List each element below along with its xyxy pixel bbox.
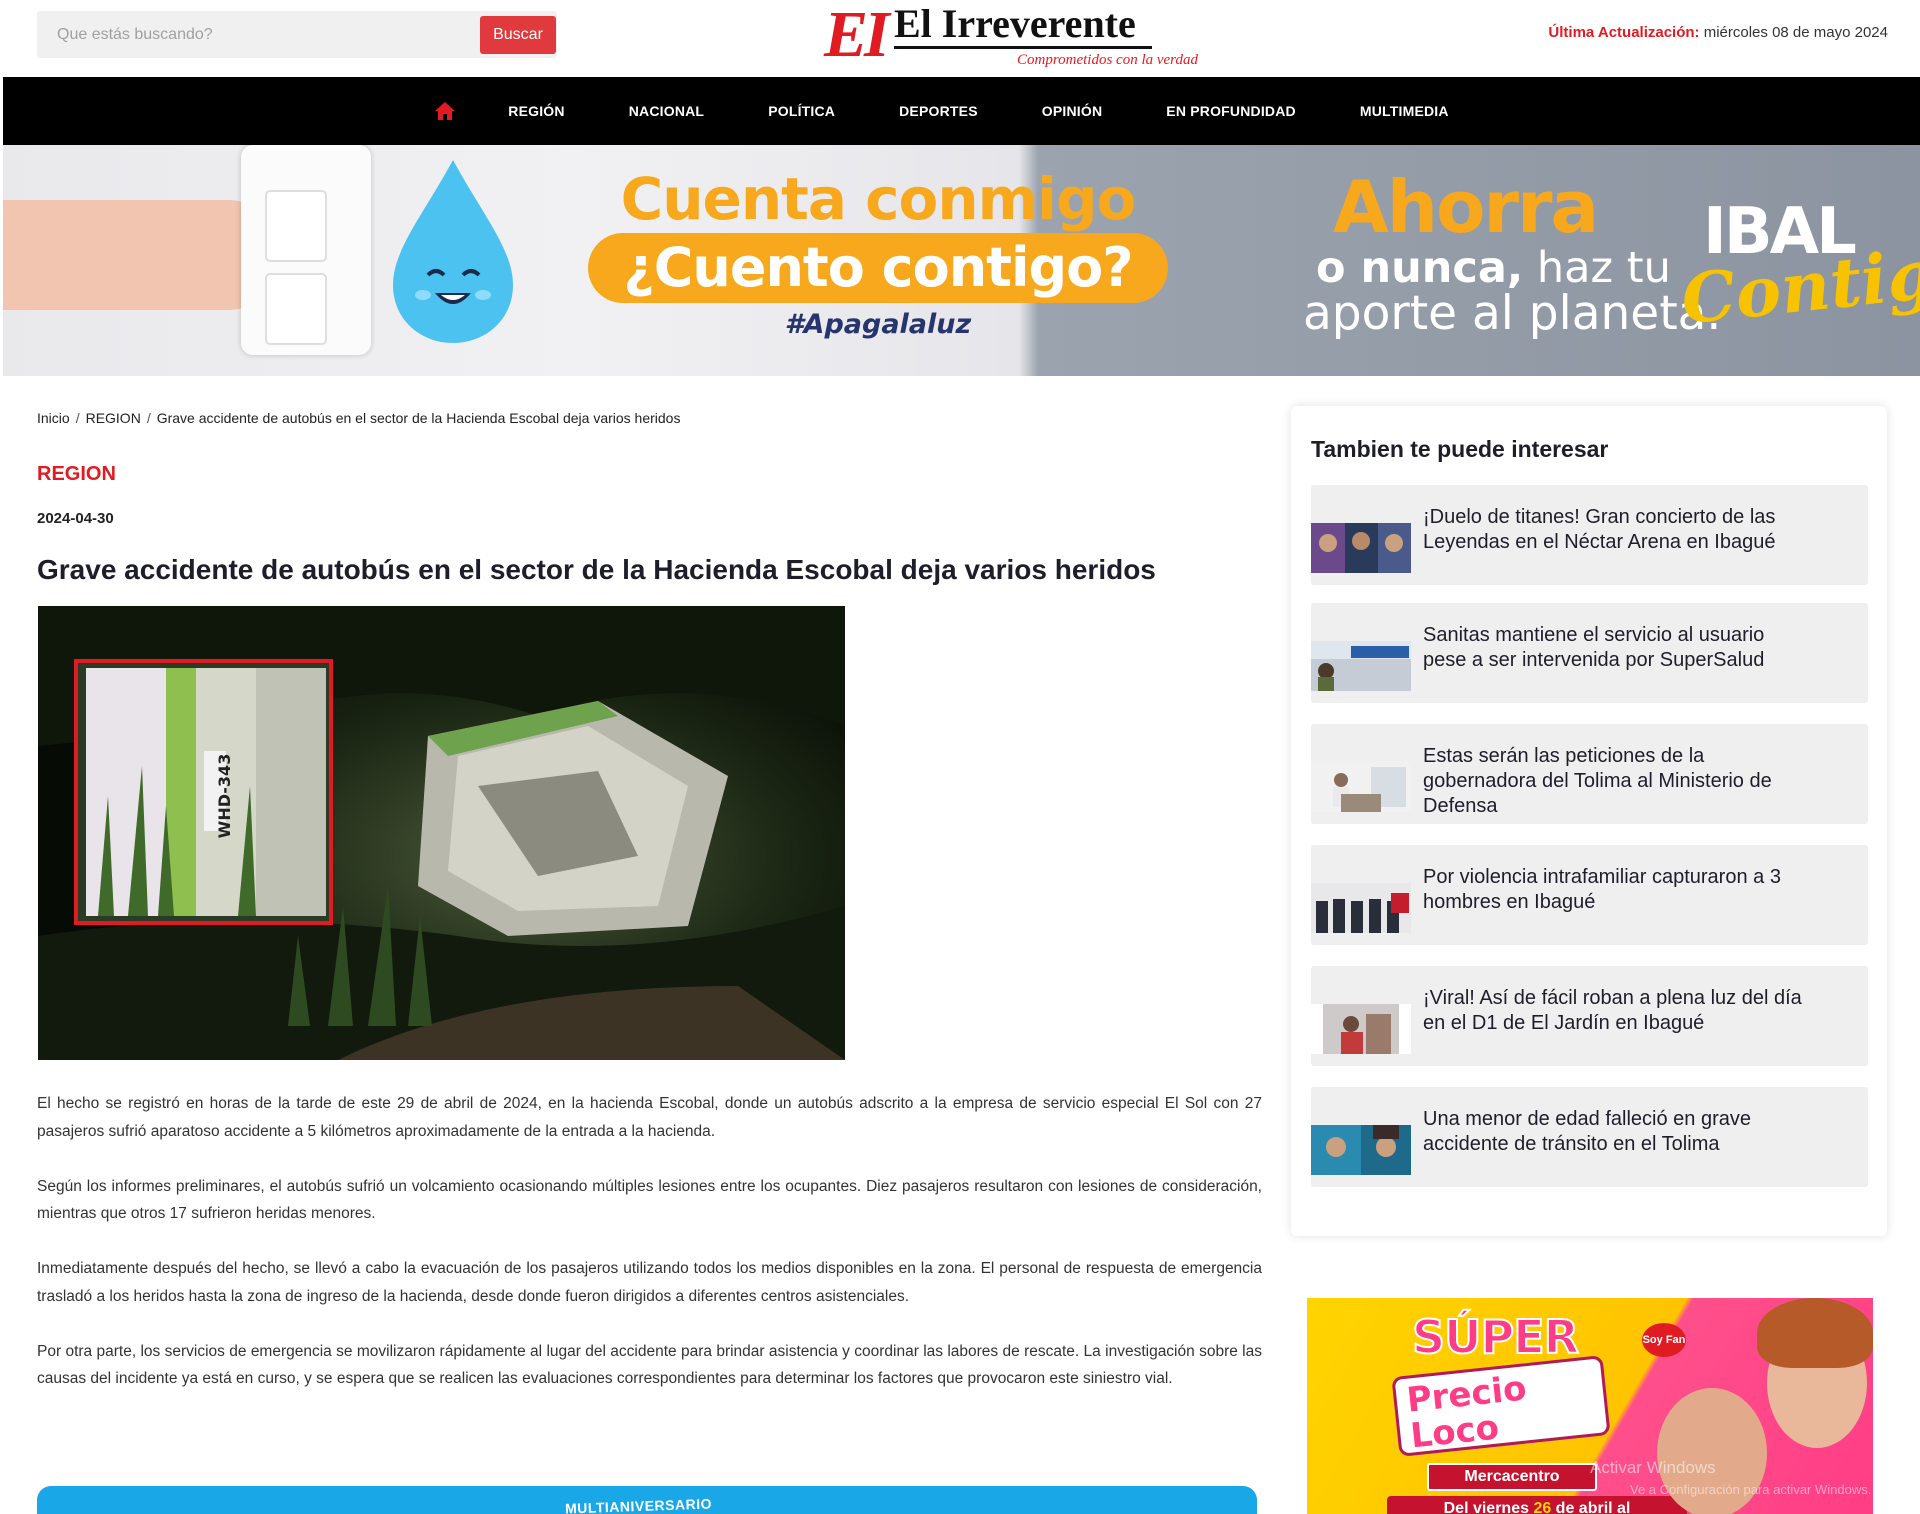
related-thumbnail[interactable] [1311, 883, 1411, 933]
article-body: El hecho se registró en horas de la tard… [37, 1090, 1262, 1420]
sidebar-title: Tambien te puede interesar [1311, 436, 1609, 462]
nav-item-multimedia[interactable]: MULTIMEDIA [1360, 103, 1449, 119]
article-photo: WHD-343 [38, 606, 845, 1060]
related-title[interactable]: Por violencia intrafamiliar capturaron a… [1423, 865, 1803, 915]
soy-fan-badge: Soy Fan [1642, 1323, 1686, 1357]
side-ad-store: Mercacentro [1427, 1463, 1597, 1491]
breadcrumb: Inicio / REGION / Grave accidente de autobús… [37, 410, 680, 426]
nav-item-region[interactable]: REGIÓN [508, 103, 564, 119]
site-logo[interactable]: EI El Irreverente Comprometidos con la v… [824, 0, 1198, 72]
bottom-promo-label: MULTIANIVERSARIO [564, 1495, 713, 1514]
banner-ad[interactable]: Cuenta conmigo ¿Cuento contigo? #Apagala… [3, 145, 1920, 376]
main-nav: REGIÓN NACIONAL POLÍTICA DEPORTES OPINIÓ… [3, 77, 1920, 145]
logo-mark: EI [824, 0, 890, 71]
related-thumbnail[interactable] [1311, 641, 1411, 691]
banner-right-2: o nunca, haz tu [1316, 245, 1671, 291]
side-ad-date-prefix: Del viernes [1443, 1500, 1534, 1514]
related-item[interactable]: Una menor de edad falleció en grave acci… [1311, 1087, 1868, 1187]
related-title[interactable]: Estas serán las peticiones de la goberna… [1423, 744, 1803, 819]
logo-name: El Irreverente [894, 1, 1136, 46]
related-title[interactable]: Sanitas mantiene el servicio al usuario … [1423, 623, 1803, 673]
os-activation-watermark-sub: Ve a Configuración para activar Windows. [1630, 1482, 1872, 1497]
nav-item-en-profundidad[interactable]: EN PROFUNDIDAD [1166, 103, 1296, 119]
side-ad-super: SÚPER [1411, 1309, 1580, 1365]
nav-item-opinion[interactable]: OPINIÓN [1042, 103, 1103, 119]
logo-underline [894, 46, 1152, 49]
light-switch-upper [265, 190, 327, 262]
related-item[interactable]: Sanitas mantiene el servicio al usuario … [1311, 603, 1868, 703]
related-thumbnail[interactable] [1311, 762, 1411, 812]
related-item[interactable]: ¡Viral! Así de fácil roban a plena luz d… [1311, 966, 1868, 1066]
related-item[interactable]: Estas serán las peticiones de la goberna… [1311, 724, 1868, 824]
side-ad-precio-text: Precio Loco [1404, 1368, 1529, 1457]
article-paragraph: Inmediatamente después del hecho, se lle… [37, 1260, 1262, 1305]
banner-right-3: aporte al planeta. [1303, 286, 1722, 341]
breadcrumb-current: Grave accidente de autobús en el sector … [156, 410, 681, 426]
bottom-promo-ad[interactable]: MULTIANIVERSARIO [37, 1486, 1257, 1514]
nav-item-deportes[interactable]: DEPORTES [899, 103, 978, 119]
water-drop-mascot-icon [393, 160, 513, 343]
related-thumbnail[interactable] [1311, 1125, 1411, 1175]
search-input[interactable] [37, 11, 477, 58]
article-paragraph: Por otra parte, los servicios de emergen… [37, 1342, 1262, 1388]
bus-accident-photo: WHD-343 [38, 606, 845, 1060]
logo-tagline: Comprometidos con la verdad [1017, 52, 1198, 68]
related-item[interactable]: Por violencia intrafamiliar capturaron a… [1311, 845, 1868, 945]
side-ad-date: Del viernes 26 de abril al [1387, 1496, 1687, 1514]
banner-hashtag: #Apagalaluz [784, 309, 972, 340]
side-ad-precio-loco: Precio Loco [1391, 1355, 1611, 1457]
related-title[interactable]: Una menor de edad falleció en grave acci… [1423, 1107, 1803, 1157]
breadcrumb-home[interactable]: Inicio [37, 410, 70, 426]
related-title[interactable]: ¡Viral! Así de fácil roban a plena luz d… [1423, 986, 1803, 1036]
nav-item-politica[interactable]: POLÍTICA [768, 103, 835, 119]
site-header: Buscar EI El Irreverente Comprometidos c… [0, 0, 1920, 77]
side-ad-date-num: 26 [1533, 1500, 1552, 1514]
article-paragraph: Según los informes preliminares, el auto… [37, 1177, 1262, 1223]
related-title[interactable]: ¡Duelo de titanes! Gran concierto de las… [1423, 505, 1803, 555]
search-button[interactable]: Buscar [480, 16, 556, 54]
related-thumbnail[interactable] [1311, 523, 1411, 573]
related-sidebar: Tambien te puede interesar ¡Duelo de tit… [1291, 406, 1887, 1236]
last-update-value: miércoles 08 de mayo 2024 [1703, 24, 1888, 41]
woman-hair [1757, 1298, 1873, 1368]
breadcrumb-separator: / [146, 410, 151, 426]
breadcrumb-separator: / [75, 410, 80, 426]
banner-line-2: ¿Cuento contigo? [588, 233, 1168, 303]
last-update: Última Actualización: miércoles 08 de ma… [1548, 24, 1888, 41]
side-ad-date-suffix: de abril al [1551, 1500, 1631, 1514]
banner-headline: Cuenta conmigo ¿Cuento contigo? #Apagala… [588, 165, 1168, 340]
banner-right-1: Ahorra [1333, 165, 1599, 249]
article-title: Grave accidente de autobús en el sector … [37, 554, 1156, 585]
nav-item-nacional[interactable]: NACIONAL [629, 103, 704, 119]
os-activation-watermark: Activar Windows [1590, 1458, 1716, 1477]
license-plate-text: WHD-343 [215, 754, 234, 839]
article-paragraph: El hecho se registró en horas de la tard… [37, 1095, 1262, 1140]
light-switch-lower [265, 273, 327, 345]
related-thumbnail[interactable] [1311, 1004, 1411, 1054]
search-bar: Buscar [37, 11, 557, 58]
breadcrumb-section[interactable]: REGION [86, 410, 141, 426]
banner-line-1: Cuenta conmigo [620, 165, 1137, 233]
related-item[interactable]: ¡Duelo de titanes! Gran concierto de las… [1311, 485, 1868, 585]
home-icon[interactable] [434, 100, 456, 122]
article-section[interactable]: REGION [37, 463, 116, 486]
last-update-label: Última Actualización: [1548, 24, 1700, 41]
article-date: 2024-04-30 [37, 510, 114, 527]
